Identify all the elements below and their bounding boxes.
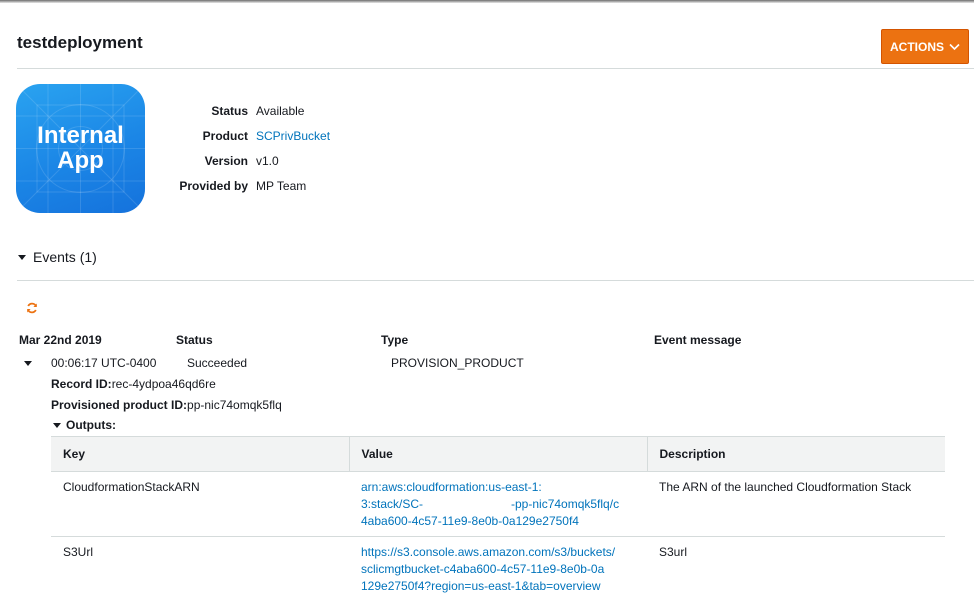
- detail-version: Version v1.0: [170, 148, 330, 173]
- output-value-link[interactable]: https://s3.console.aws.amazon.com/s3/buc…: [349, 536, 647, 593]
- column-header-message: Event message: [654, 333, 742, 347]
- value-line: 3:stack/SC- -pp-nic74omqk5flq/c: [361, 497, 620, 511]
- product-details: Status Available Product SCPrivBucket Ve…: [170, 98, 330, 198]
- event-row-caret-down-icon[interactable]: [24, 361, 32, 366]
- caret-down-icon: [18, 254, 26, 260]
- value-line: 129e2750f4?region=us-east-1&tab=overview: [361, 579, 601, 593]
- detail-label: Status: [211, 103, 248, 118]
- value-line: https://s3.console.aws.amazon.com/s3/buc…: [361, 545, 616, 559]
- column-header-key: Key: [51, 436, 349, 472]
- table-row: S3Url https://s3.console.aws.amazon.com/…: [51, 536, 945, 593]
- chevron-down-icon: [949, 43, 960, 50]
- provisioned-product-id: Provisioned product ID:pp-nic74omqk5flq: [51, 398, 282, 412]
- caret-down-icon: [53, 422, 61, 428]
- output-description: The ARN of the launched Cloudformation S…: [647, 471, 945, 537]
- record-id-label: Record ID:: [51, 377, 112, 391]
- logo-text-line2: App: [57, 147, 104, 174]
- logo-text-line1: Internal: [37, 122, 124, 149]
- events-divider: [17, 280, 974, 281]
- output-value-link[interactable]: arn:aws:cloudformation:us-east-1: 3:stac…: [349, 471, 647, 537]
- detail-label: Version: [204, 153, 248, 168]
- event-time: 00:06:17 UTC-0400: [51, 356, 157, 370]
- page-title: testdeployment: [17, 33, 143, 52]
- output-key: S3Url: [51, 536, 349, 593]
- detail-value: Available: [256, 103, 305, 118]
- column-header-date: Mar 22nd 2019: [19, 333, 102, 347]
- value-line: sclicmgtbucket-c4aba600-4c57-11e9-8e0b-0…: [361, 562, 605, 576]
- column-header-status: Status: [176, 333, 213, 347]
- provisioned-product-id-value: pp-nic74omqk5flq: [187, 398, 282, 412]
- column-header-type: Type: [381, 333, 409, 347]
- detail-value: MP Team: [256, 178, 307, 193]
- output-description: S3url: [647, 536, 945, 593]
- events-section-toggle[interactable]: Events (1): [18, 249, 97, 265]
- header-divider: [17, 68, 974, 69]
- product-logo: Internal App: [16, 84, 145, 213]
- detail-status: Status Available: [170, 98, 330, 123]
- product-link[interactable]: SCPrivBucket: [256, 129, 330, 143]
- detail-provided-by: Provided by MP Team: [170, 173, 330, 198]
- actions-label: ACTIONS: [890, 39, 944, 54]
- detail-label: Provided by: [179, 178, 248, 193]
- outputs-table: Key Value Description CloudformationStac…: [51, 436, 945, 593]
- top-shadow: [0, 0, 974, 3]
- value-line: 4aba600-4c57-11e9-8e0b-0a129e2750f4: [361, 514, 579, 528]
- output-key: CloudformationStackARN: [51, 471, 349, 537]
- value-line: arn:aws:cloudformation:us-east-1:: [361, 480, 542, 494]
- event-status: Succeeded: [187, 356, 248, 370]
- detail-product: Product SCPrivBucket: [170, 123, 330, 148]
- events-header: Events (1): [33, 249, 97, 265]
- outputs-label: Outputs:: [66, 418, 116, 432]
- event-type: PROVISION_PRODUCT: [391, 356, 524, 370]
- actions-button[interactable]: ACTIONS: [881, 29, 969, 64]
- table-row: CloudformationStackARN arn:aws:cloudform…: [51, 471, 945, 537]
- column-header-description: Description: [646, 436, 945, 472]
- record-id-value: rec-4ydpoa46qd6re: [111, 377, 216, 391]
- refresh-icon[interactable]: [26, 302, 38, 314]
- outputs-table-header: Key Value Description: [51, 436, 945, 472]
- column-header-value: Value: [348, 436, 647, 472]
- detail-label: Product: [202, 128, 248, 143]
- provisioned-product-id-label: Provisioned product ID:: [51, 398, 188, 412]
- outputs-toggle[interactable]: Outputs:: [53, 418, 116, 432]
- record-id: Record ID:rec-4ydpoa46qd6re: [51, 377, 216, 391]
- detail-value: v1.0: [256, 153, 279, 168]
